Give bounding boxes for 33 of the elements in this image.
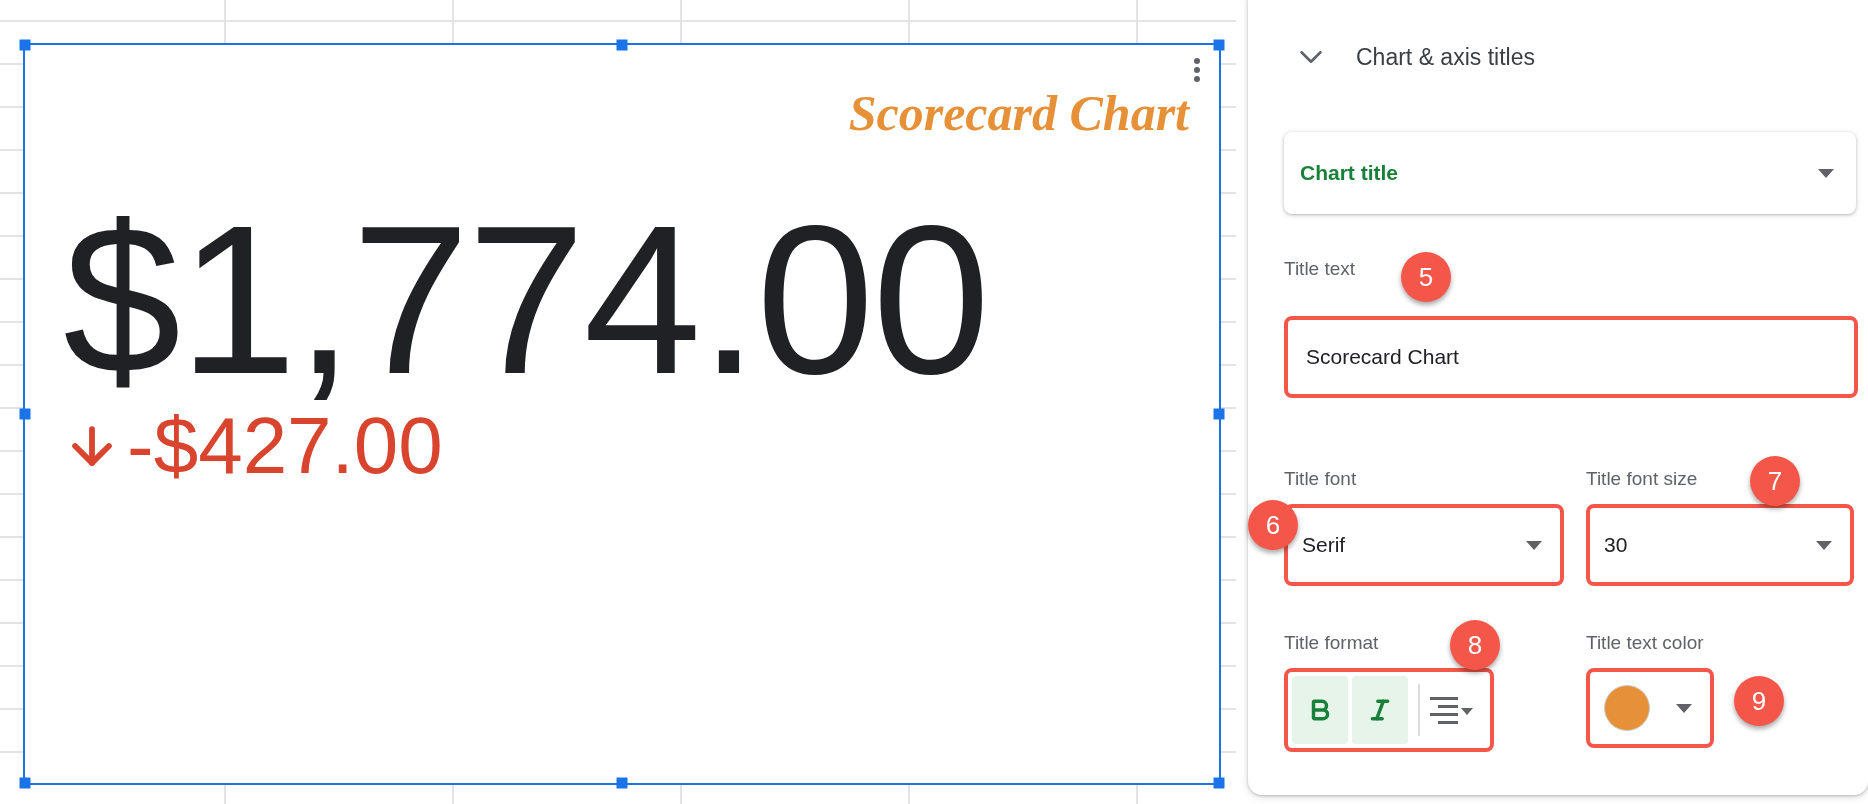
title-text-field[interactable]: Scorecard Chart bbox=[1284, 316, 1858, 398]
resize-handle[interactable] bbox=[19, 777, 31, 789]
caret-icon bbox=[1676, 703, 1692, 713]
resize-handle[interactable] bbox=[19, 39, 31, 51]
field-label: Title text bbox=[1284, 258, 1356, 280]
step-badge: 7 bbox=[1750, 456, 1800, 506]
section-title: Chart & axis titles bbox=[1356, 43, 1535, 71]
font-size-dropdown[interactable]: 30 bbox=[1586, 504, 1854, 586]
resize-handle[interactable] bbox=[616, 39, 628, 51]
resize-handle[interactable] bbox=[1213, 408, 1225, 420]
resize-handle[interactable] bbox=[1213, 39, 1225, 51]
chart-title: Scorecard Chart bbox=[848, 85, 1189, 141]
step-badge: 5 bbox=[1401, 252, 1451, 302]
step-badge: 8 bbox=[1450, 620, 1500, 670]
bold-button[interactable] bbox=[1292, 676, 1348, 744]
more-options-icon[interactable] bbox=[1193, 57, 1201, 83]
title-type-dropdown[interactable]: Chart title bbox=[1284, 132, 1856, 214]
resize-handle[interactable] bbox=[616, 777, 628, 789]
caret-icon bbox=[1816, 540, 1832, 550]
align-button[interactable] bbox=[1430, 695, 1474, 725]
color-picker-button[interactable] bbox=[1586, 668, 1714, 748]
italic-button[interactable] bbox=[1352, 676, 1408, 744]
caret-icon bbox=[1526, 540, 1542, 550]
step-badge: 6 bbox=[1248, 500, 1298, 550]
field-label: Title text color bbox=[1586, 632, 1704, 654]
field-label: Title font size bbox=[1586, 468, 1698, 490]
field-label: Title format bbox=[1284, 632, 1379, 654]
caret-icon bbox=[1818, 168, 1834, 178]
resize-handle[interactable] bbox=[1213, 777, 1225, 789]
step-badge: 9 bbox=[1734, 676, 1784, 726]
font-dropdown[interactable]: Serif bbox=[1284, 504, 1564, 586]
field-label: Title font bbox=[1284, 468, 1357, 490]
resize-handle[interactable] bbox=[19, 408, 31, 420]
